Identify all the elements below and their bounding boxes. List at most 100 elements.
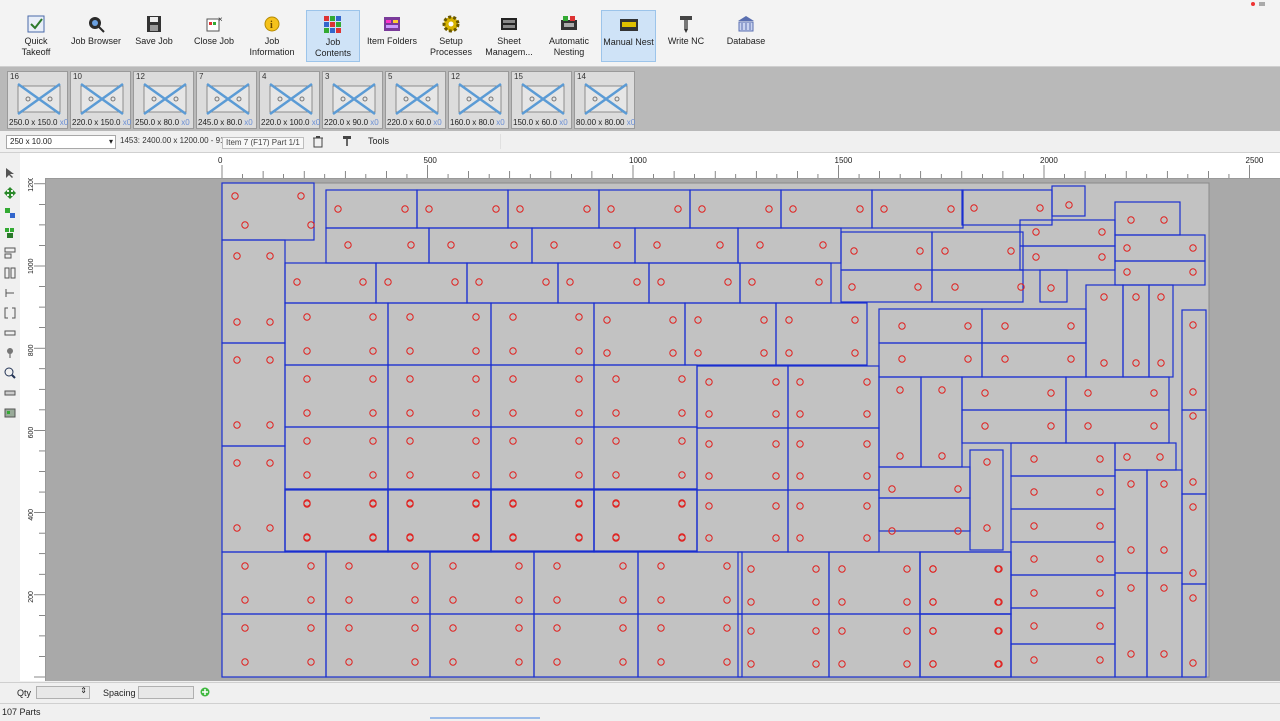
ruler-label: 200	[28, 591, 35, 603]
job-information-button[interactable]: i Job Information	[246, 10, 298, 62]
thumbnail-qty: x0	[179, 118, 190, 127]
part-thumbnail[interactable]: 7 245.0 x 80.0 x0	[196, 71, 257, 129]
tools-panel	[340, 134, 501, 149]
part-preview-icon	[458, 82, 502, 116]
job-browser-icon	[86, 14, 106, 34]
part-preview-icon	[332, 82, 376, 116]
ruler-label: 1200	[28, 178, 35, 192]
spin-arrows-icon[interactable]: ⇕	[80, 686, 87, 695]
line-tool-icon[interactable]	[4, 327, 16, 339]
write-nc-icon	[676, 14, 696, 34]
part-preview-icon	[395, 82, 439, 116]
chevron-down-icon: ▾	[108, 137, 113, 146]
bracket-tool-icon[interactable]	[4, 307, 16, 319]
thumbnail-size: 220.0 x 100.0 x0	[261, 118, 320, 127]
vertical-ruler: 120010008006004002000	[20, 176, 46, 685]
part-thumbnail[interactable]: 4 220.0 x 100.0 x0	[259, 71, 320, 129]
ruler-label: 1000	[28, 258, 35, 274]
thumbnail-count: 7	[199, 72, 204, 81]
part-size-select[interactable]: 250 x 10.00 ▾	[6, 135, 116, 149]
ruler-label: 0	[218, 156, 223, 165]
item-folders-button[interactable]: Item Folders	[366, 10, 418, 62]
thumbnail-size: 245.0 x 80.0 x0	[198, 118, 253, 127]
snap-tool-icon[interactable]	[4, 287, 16, 299]
gear-icon	[441, 14, 461, 34]
part-thumbnail[interactable]: 12 160.0 x 80.0 x0	[448, 71, 509, 129]
ruler-label: 1500	[835, 156, 853, 165]
thumbnail-qty: x0	[431, 118, 442, 127]
qty-stepper[interactable]: ⇕	[36, 686, 90, 699]
part-preview-icon	[521, 82, 565, 116]
part-thumbnail[interactable]: 5 220.0 x 60.0 x0	[385, 71, 446, 129]
thumbnail-qty: x0	[557, 118, 568, 127]
thumbnail-qty: x0	[120, 118, 132, 127]
nest-part-tool-icon[interactable]	[4, 207, 16, 219]
thumbnail-count: 12	[451, 72, 460, 81]
part-thumbnail[interactable]: 14 80.00 x 80.00 x0	[574, 71, 635, 129]
sheet-management-button[interactable]: Sheet Managem...	[484, 10, 534, 62]
window-controls[interactable]	[1250, 0, 1266, 6]
thumbnail-count: 10	[73, 72, 82, 81]
thumbnail-dimensions: 220.0 x 150.0	[72, 118, 121, 127]
align-tool-icon[interactable]	[4, 247, 16, 259]
thumbnail-dimensions: 250.0 x 80.0	[135, 118, 180, 127]
part-preview-icon	[269, 82, 313, 116]
ruler-label: 500	[424, 156, 438, 165]
thumbnail-size: 220.0 x 60.0 x0	[387, 118, 442, 127]
thumbnail-dimensions: 220.0 x 90.0	[324, 118, 369, 127]
save-job-button[interactable]: Save Job	[132, 10, 176, 62]
job-contents-button[interactable]: Job Contents	[306, 10, 360, 62]
part-tooltip: Item 7 (F17) Part 1/1	[222, 137, 304, 149]
ruler-label: 800	[28, 344, 35, 356]
thumbnail-dimensions: 150.0 x 60.0	[513, 118, 558, 127]
part-preview-icon	[17, 82, 61, 116]
spacing-input[interactable]	[138, 686, 194, 699]
thumbnail-size: 160.0 x 80.0 x0	[450, 118, 505, 127]
settings-tool-icon[interactable]	[4, 407, 16, 419]
database-button[interactable]: Database	[724, 10, 768, 62]
part-thumbnail[interactable]: 15 150.0 x 60.0 x0	[511, 71, 572, 129]
part-thumbnail[interactable]: 12 250.0 x 80.0 x0	[133, 71, 194, 129]
part-thumbnail[interactable]: 3 220.0 x 90.0 x0	[322, 71, 383, 129]
thumbnail-count: 3	[325, 72, 330, 81]
nest-toolbar: 250 x 10.00 ▾ 1453: 2400.00 x 1200.00 - …	[0, 132, 1280, 153]
svg-text:i: i	[270, 20, 273, 31]
measure-tool-icon[interactable]	[4, 387, 16, 399]
automatic-nesting-icon	[559, 14, 579, 34]
quantity-row: Qty ⇕ Spacing	[0, 682, 1280, 703]
add-icon[interactable]	[200, 687, 210, 697]
sheet-management-icon	[499, 14, 519, 34]
thumbnail-dimensions: 220.0 x 60.0	[387, 118, 432, 127]
write-nc-button[interactable]: Write NC	[664, 10, 708, 62]
nest-group-tool-icon[interactable]	[4, 227, 16, 239]
move-tool-icon[interactable]	[4, 187, 16, 199]
pin-tool-icon[interactable]	[4, 347, 16, 359]
manual-nest-button[interactable]: Manual Nest	[601, 10, 656, 62]
thumbnail-size: 250.0 x 80.0 x0	[135, 118, 190, 127]
pointer-tool-icon[interactable]	[4, 167, 16, 179]
zoom-icon[interactable]	[4, 367, 16, 379]
thumbnail-qty: x0	[494, 118, 505, 127]
thumbnail-count: 14	[577, 72, 586, 81]
quick-takeoff-icon	[26, 14, 46, 34]
svg-text:×: ×	[218, 15, 223, 24]
thumbnail-qty: x0	[57, 118, 69, 127]
quick-takeoff-button[interactable]: Quick Takeoff	[12, 10, 60, 62]
distribute-tool-icon[interactable]	[4, 267, 16, 279]
manual-nest-icon	[619, 15, 639, 35]
part-preview-icon	[143, 82, 187, 116]
part-thumbnail[interactable]: 16 250.0 x 150.0 x0	[7, 71, 68, 129]
thumbnail-size: 220.0 x 90.0 x0	[324, 118, 379, 127]
close-job-button[interactable]: × Close Job	[190, 10, 238, 62]
setup-processes-button[interactable]: Setup Processes	[428, 10, 474, 62]
horizontal-ruler: 0 500 1000 1500 2000 2500	[20, 153, 1280, 179]
thumbnail-count: 4	[262, 72, 267, 81]
database-icon	[736, 14, 756, 34]
part-thumbnail[interactable]: 10 220.0 x 150.0 x0	[70, 71, 131, 129]
trash-icon[interactable]	[312, 135, 324, 148]
part-thumbnail-strip: 16 250.0 x 150.0 x0 10 220.0 x 150.0 x0 12 25…	[0, 67, 1280, 131]
automatic-nesting-button[interactable]: Automatic Nesting	[544, 10, 594, 62]
job-browser-button[interactable]: Job Browser	[68, 10, 124, 62]
nest-canvas[interactable]	[46, 179, 1280, 681]
thumbnail-qty: x0	[309, 118, 321, 127]
